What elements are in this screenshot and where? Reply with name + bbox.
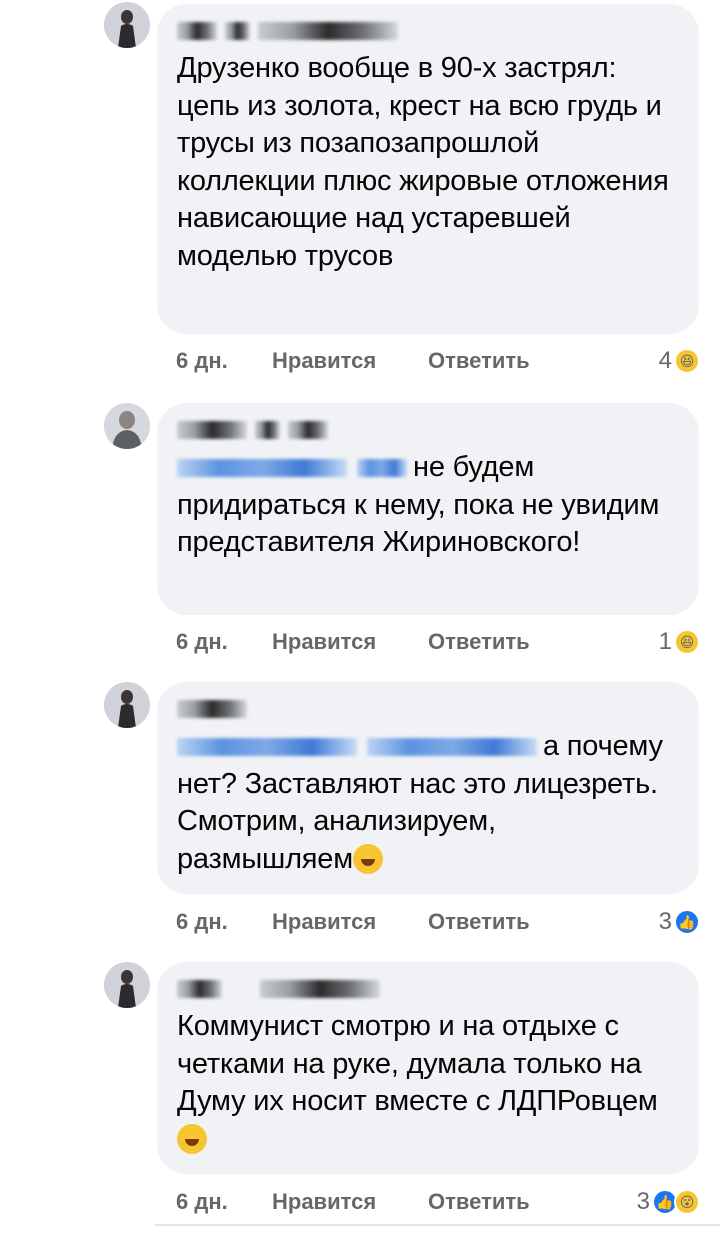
timestamp[interactable]: 6 дн. (176, 909, 272, 935)
avatar-person-icon (104, 682, 150, 728)
reply-button[interactable]: Ответить (428, 348, 659, 374)
comment-actions: 6 дн. Нравится Ответить 3 👍 😮 (176, 1188, 700, 1216)
comment-body: не будем придираться к нему, пока не уви… (177, 449, 677, 562)
comment-actions: 6 дн. Нравится Ответить 4 😆 (176, 347, 700, 375)
reply-button[interactable]: Ответить (428, 909, 659, 935)
avatar-person-icon (104, 403, 150, 449)
like-button[interactable]: Нравится (272, 629, 428, 655)
comment-body: а почему нет? Заставляют нас это лицезре… (177, 728, 677, 878)
redacted-block (357, 459, 407, 478)
redacted-block (258, 22, 398, 40)
redacted-block (177, 459, 347, 478)
mention-redacted[interactable] (177, 459, 407, 478)
redacted-block (177, 980, 222, 998)
laughing-tears-icon (352, 843, 383, 874)
comment-bubble: а почему нет? Заставляют нас это лицезре… (157, 682, 699, 894)
like-button[interactable]: Нравится (272, 1189, 428, 1215)
haha-icon: 😆 (674, 629, 700, 655)
reaction-count: 3 (636, 1188, 650, 1215)
redacted-block (177, 700, 247, 718)
comment-bubble: не будем придираться к нему, пока не уви… (157, 403, 699, 615)
reactions-summary[interactable]: 3 👍 😮 (637, 1188, 700, 1216)
reply-button[interactable]: Ответить (428, 629, 659, 655)
reply-button[interactable]: Ответить (428, 1189, 637, 1215)
author-name-redacted[interactable] (177, 417, 677, 443)
reaction-count: 4 (658, 347, 672, 374)
avatar[interactable] (104, 2, 150, 48)
redacted-block (288, 421, 328, 439)
timestamp[interactable]: 6 дн. (176, 629, 272, 655)
author-name-redacted[interactable] (177, 696, 677, 722)
redacted-block (367, 738, 537, 757)
like-button[interactable]: Нравится (272, 348, 428, 374)
redacted-block (225, 22, 250, 40)
comment-actions: 6 дн. Нравится Ответить 3 👍 (176, 908, 700, 936)
avatar[interactable] (104, 403, 150, 449)
mention-redacted[interactable] (177, 738, 537, 757)
timestamp[interactable]: 6 дн. (176, 348, 272, 374)
comment-bubble: Друзенко вообще в 90-х застрял: цепь из … (157, 4, 699, 334)
timestamp[interactable]: 6 дн. (176, 1189, 272, 1215)
divider (155, 1224, 720, 1226)
redacted-block (260, 980, 380, 998)
redacted-block (177, 738, 357, 757)
haha-icon: 😆 (674, 348, 700, 374)
author-name-redacted[interactable] (177, 976, 677, 1002)
reaction-count: 3 (658, 908, 672, 935)
avatar[interactable] (104, 682, 150, 728)
like-icon: 👍 (674, 909, 700, 935)
comment-actions: 6 дн. Нравится Ответить 1 😆 (176, 628, 700, 656)
comment-bubble: Коммунист смотрю и на отдыхе с четками н… (157, 962, 699, 1174)
avatar-person-icon (104, 2, 150, 48)
avatar[interactable] (104, 962, 150, 1008)
reactions-summary[interactable]: 1 😆 (659, 628, 700, 656)
comment-text: Друзенко вообще в 90-х застрял: цепь из … (177, 52, 669, 272)
author-name-redacted[interactable] (177, 18, 677, 44)
redacted-block (177, 421, 247, 439)
comment-text: Коммунист смотрю и на отдыхе с четками н… (177, 1010, 658, 1117)
like-button[interactable]: Нравится (272, 909, 428, 935)
reactions-summary[interactable]: 3 👍 (659, 908, 700, 936)
redacted-block (255, 421, 280, 439)
comment-body: Коммунист смотрю и на отдыхе с четками н… (177, 1008, 677, 1158)
laughing-tears-icon (177, 1123, 207, 1154)
reactions-summary[interactable]: 4 😆 (659, 347, 700, 375)
wow-icon: 😮 (674, 1189, 700, 1215)
redacted-block (177, 22, 217, 40)
reaction-count: 1 (658, 628, 672, 655)
avatar-person-icon (104, 962, 150, 1008)
